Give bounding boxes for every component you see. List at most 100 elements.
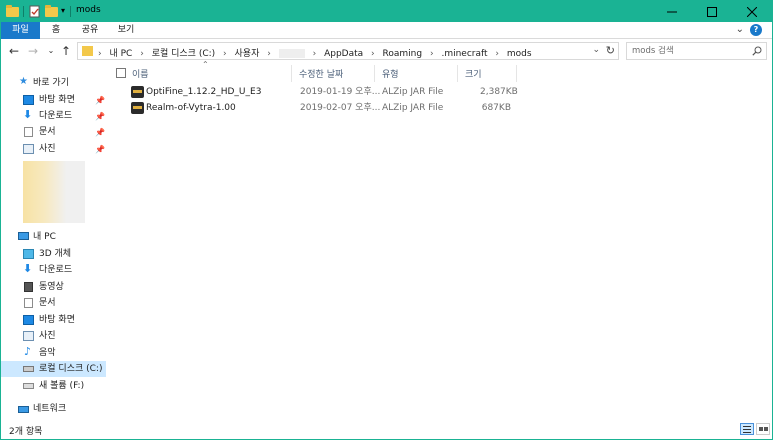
properties-icon[interactable] bbox=[29, 5, 42, 18]
tab-home[interactable]: 홈 bbox=[43, 22, 69, 39]
large-icons-view-button[interactable] bbox=[756, 423, 770, 435]
document-icon bbox=[24, 298, 33, 308]
breadcrumb-appdata[interactable]: AppData bbox=[324, 49, 363, 59]
nav-downloads[interactable]: ⬇ 다운로드 bbox=[1, 262, 106, 278]
column-divider[interactable] bbox=[516, 65, 517, 82]
3d-objects-icon bbox=[23, 249, 34, 259]
refresh-icon[interactable]: ↻ bbox=[606, 44, 615, 57]
expand-ribbon-icon[interactable]: ⌄ bbox=[736, 24, 744, 35]
breadcrumb-local-disk[interactable]: 로컬 디스크 (C:) bbox=[152, 49, 215, 59]
jar-file-icon bbox=[131, 86, 144, 98]
breadcrumb-minecraft[interactable]: .minecraft bbox=[441, 49, 487, 59]
pin-icon[interactable]: 📌 bbox=[95, 125, 105, 141]
new-folder-icon[interactable] bbox=[45, 5, 58, 18]
nav-label: 다운로드 bbox=[39, 111, 73, 121]
breadcrumb-this-pc[interactable]: 내 PC bbox=[109, 49, 132, 59]
breadcrumb-users[interactable]: 사용자 bbox=[235, 49, 260, 59]
pin-icon[interactable]: 📌 bbox=[95, 93, 105, 109]
nav-quick-documents[interactable]: 문서 📌 bbox=[1, 124, 106, 140]
breadcrumb: › 내 PC › 로컬 디스크 (C:) › 사용자 › › AppData ›… bbox=[98, 46, 537, 59]
close-button[interactable] bbox=[732, 1, 772, 22]
sort-ascending-icon: ⌃ bbox=[202, 60, 209, 69]
breadcrumb-separator: › bbox=[223, 49, 227, 59]
computer-icon bbox=[18, 232, 29, 240]
pictures-icon bbox=[23, 331, 34, 341]
breadcrumb-separator: › bbox=[267, 49, 271, 59]
recent-locations-icon[interactable]: ⌄ bbox=[43, 43, 59, 59]
nav-this-pc[interactable]: 내 PC bbox=[1, 229, 106, 245]
back-button[interactable]: ← bbox=[6, 43, 22, 59]
volume-icon bbox=[23, 383, 34, 389]
nav-label: 3D 개체 bbox=[39, 249, 72, 259]
nav-quick-downloads[interactable]: ⬇ 다운로드 📌 bbox=[1, 108, 106, 124]
nav-videos[interactable]: 동영상 bbox=[1, 279, 106, 295]
breadcrumb-roaming[interactable]: Roaming bbox=[383, 49, 423, 59]
column-name[interactable]: 이름 bbox=[132, 67, 149, 80]
details-view-button[interactable] bbox=[740, 423, 754, 435]
desktop-icon bbox=[23, 95, 34, 105]
column-divider[interactable] bbox=[457, 65, 458, 82]
nav-quick-desktop[interactable]: 바탕 화면 📌 bbox=[1, 92, 106, 108]
redacted-pinned-folders bbox=[23, 161, 85, 223]
nav-desktop[interactable]: 바탕 화면 bbox=[1, 312, 106, 328]
maximize-button[interactable] bbox=[692, 1, 732, 22]
up-button[interactable]: ↑ bbox=[58, 43, 74, 59]
breadcrumb-username-redacted[interactable] bbox=[278, 49, 305, 58]
pin-icon[interactable]: 📌 bbox=[95, 142, 105, 158]
search-icon bbox=[752, 46, 762, 56]
table-row[interactable]: OptiFine_1.12.2_HD_U_E3 2019-01-19 오후...… bbox=[108, 84, 772, 100]
address-dropdown-icon[interactable]: ⌄ bbox=[592, 45, 600, 55]
jar-file-icon bbox=[131, 102, 144, 114]
nav-label: 동영상 bbox=[39, 282, 64, 292]
column-type[interactable]: 유형 bbox=[382, 67, 399, 80]
minimize-button[interactable] bbox=[652, 1, 692, 22]
nav-volume-f[interactable]: 새 볼륨 (F:) bbox=[1, 378, 106, 394]
search-box[interactable] bbox=[626, 42, 767, 60]
nav-network[interactable]: 네트워크 bbox=[1, 401, 106, 417]
column-modified[interactable]: 수정한 날짜 bbox=[299, 67, 343, 80]
tab-file[interactable]: 파일 bbox=[1, 22, 40, 39]
search-input[interactable] bbox=[632, 45, 744, 57]
file-modified: 2019-02-07 오후... bbox=[300, 103, 381, 113]
file-list: ⌃ 이름 수정한 날짜 유형 크기 OptiFine_1.12.2_HD_U_E… bbox=[108, 60, 772, 419]
nav-label: 사진 bbox=[39, 144, 56, 154]
file-size: 687KB bbox=[481, 103, 511, 113]
nav-label: 바탕 화면 bbox=[39, 95, 75, 105]
nav-documents[interactable]: 문서 bbox=[1, 295, 106, 311]
customize-toolbar-icon[interactable]: ▾ bbox=[61, 6, 74, 19]
navigation-pane: ★ 바로 가기 바탕 화면 📌 ⬇ 다운로드 📌 문서 📌 사진 📌 내 PC bbox=[1, 63, 108, 419]
nav-label: 다운로드 bbox=[39, 265, 73, 275]
breadcrumb-separator: › bbox=[495, 49, 500, 59]
column-divider[interactable] bbox=[291, 65, 292, 82]
folder-icon bbox=[6, 5, 19, 18]
nav-3d-objects[interactable]: 3D 개체 bbox=[1, 246, 106, 262]
explorer-window: ▾ mods 파일 홈 공유 보기 ⌄ ? ← → ⌄ ↑ › 내 PC › 로… bbox=[0, 0, 773, 440]
column-size[interactable]: 크기 bbox=[465, 67, 482, 80]
address-bar[interactable]: › 내 PC › 로컬 디스크 (C:) › 사용자 › › AppData ›… bbox=[77, 42, 619, 60]
breadcrumb-separator: › bbox=[98, 49, 102, 59]
desktop-icon bbox=[23, 315, 34, 325]
nav-music[interactable]: ♪ 음악 bbox=[1, 345, 106, 361]
nav-quick-pictures[interactable]: 사진 📌 bbox=[1, 141, 106, 157]
breadcrumb-mods[interactable]: mods bbox=[507, 49, 532, 59]
breadcrumb-separator: › bbox=[140, 49, 144, 59]
column-divider[interactable] bbox=[374, 65, 375, 82]
help-button[interactable]: ? bbox=[750, 24, 762, 36]
tab-share[interactable]: 공유 bbox=[75, 22, 105, 39]
pin-icon[interactable]: 📌 bbox=[95, 109, 105, 125]
column-header: ⌃ 이름 수정한 날짜 유형 크기 bbox=[108, 60, 772, 83]
star-icon: ★ bbox=[19, 76, 28, 87]
local-disk-icon bbox=[23, 366, 34, 372]
table-row[interactable]: Realm-of-Vytra-1.00 2019-02-07 오후... ALZ… bbox=[108, 100, 772, 116]
address-row: ← → ⌄ ↑ › 내 PC › 로컬 디스크 (C:) › 사용자 › › A… bbox=[1, 39, 772, 63]
file-type: ALZip JAR File bbox=[382, 103, 444, 113]
music-icon: ♪ bbox=[24, 345, 32, 358]
nav-pictures[interactable]: 사진 bbox=[1, 328, 106, 344]
breadcrumb-separator: › bbox=[312, 49, 317, 59]
forward-button[interactable]: → bbox=[25, 43, 41, 59]
nav-quick-access[interactable]: ★ 바로 가기 bbox=[1, 75, 106, 91]
nav-local-disk-c[interactable]: 로컬 디스크 (C:) bbox=[1, 361, 106, 377]
download-icon: ⬇ bbox=[23, 262, 33, 275]
tab-view[interactable]: 보기 bbox=[111, 22, 141, 39]
select-all-checkbox[interactable] bbox=[116, 68, 126, 78]
